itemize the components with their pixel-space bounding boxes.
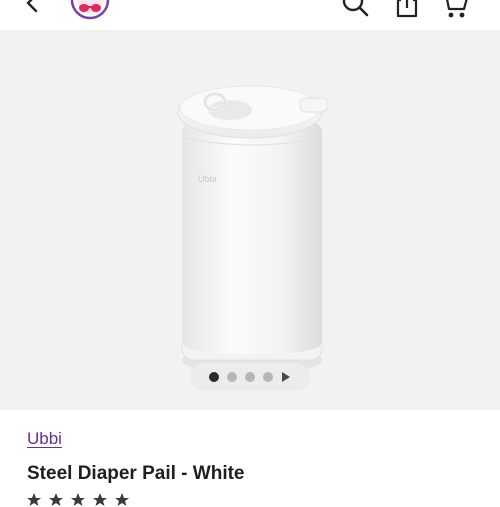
play-video-icon[interactable] [281,372,291,382]
rating-stars-icon[interactable] [27,493,137,507]
carousel-dot-3[interactable] [245,372,255,382]
can-logo-text: Ubbi [198,174,217,184]
diaper-pail-image: Ubbi [177,85,329,374]
carousel-dot-2[interactable] [227,372,237,382]
cart-icon[interactable] [440,0,470,20]
carousel-dot-4[interactable] [263,372,273,382]
search-icon[interactable] [340,0,370,20]
product-title: Steel Diaper Pail - White [27,463,245,484]
product-image-gallery[interactable]: Ubbi [0,30,500,410]
chevron-left-icon[interactable] [22,0,44,16]
carousel-dot-1[interactable] [209,372,219,382]
top-app-bar [0,0,500,30]
share-icon[interactable] [394,0,420,18]
brand-logo-icon[interactable] [70,0,110,20]
carousel-pagination[interactable] [190,363,310,391]
brand-link[interactable]: Ubbi [27,429,62,449]
